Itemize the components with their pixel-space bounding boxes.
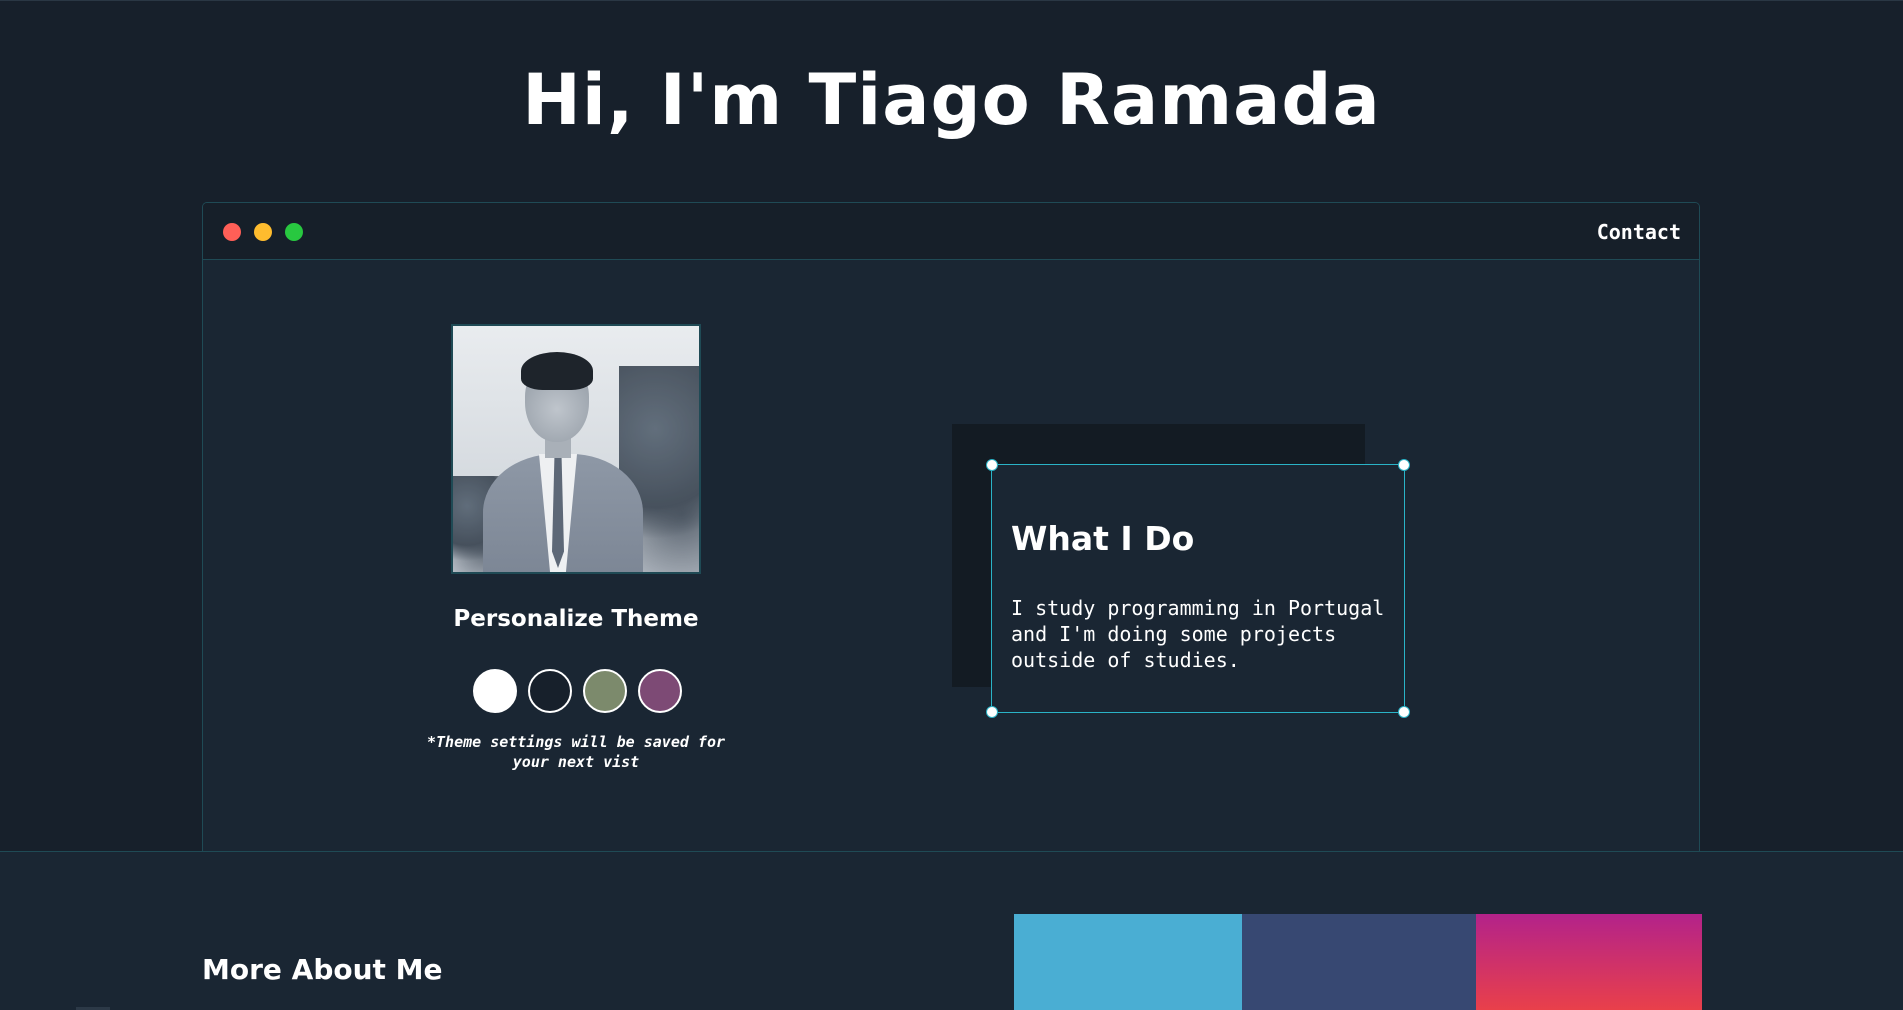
window-title-bar: Contact [203,203,1699,260]
theme-note: *Theme settings will be saved for your n… [426,733,725,771]
theme-swatch-dark[interactable] [528,669,572,713]
maximize-dot-icon [285,223,303,241]
resize-handle-top-left [986,459,998,471]
card-text: I study programming in Portugal and I'm … [1011,596,1385,672]
more-about-section: More About Me [0,852,1903,1010]
theme-swatch-olive[interactable] [583,669,627,713]
what-i-do-card: What I Do I study programming in Portuga… [986,459,1410,718]
color-block-navy [1242,914,1476,1010]
profile-photo [451,324,701,574]
resize-handle-top-right [1398,459,1410,471]
theme-swatches [473,669,683,713]
color-block-gradient [1476,914,1702,1010]
top-divider [0,0,1903,1]
card-title: What I Do [1011,519,1195,558]
page-title: Hi, I'm Tiago Ramada [522,59,1381,141]
browser-window-mockup: Contact Personalize Theme *Theme setting… [202,202,1700,852]
theme-swatch-white[interactable] [473,669,517,713]
minimize-dot-icon [254,223,272,241]
close-dot-icon [223,223,241,241]
color-block-blue [1014,914,1242,1010]
theme-swatch-purple[interactable] [638,669,682,713]
resize-handle-bottom-right [1398,706,1410,718]
personalize-theme-title: Personalize Theme [453,606,699,632]
more-about-title: More About Me [202,953,443,986]
contact-link[interactable]: Contact [1597,218,1681,246]
resize-handle-bottom-left [986,706,998,718]
